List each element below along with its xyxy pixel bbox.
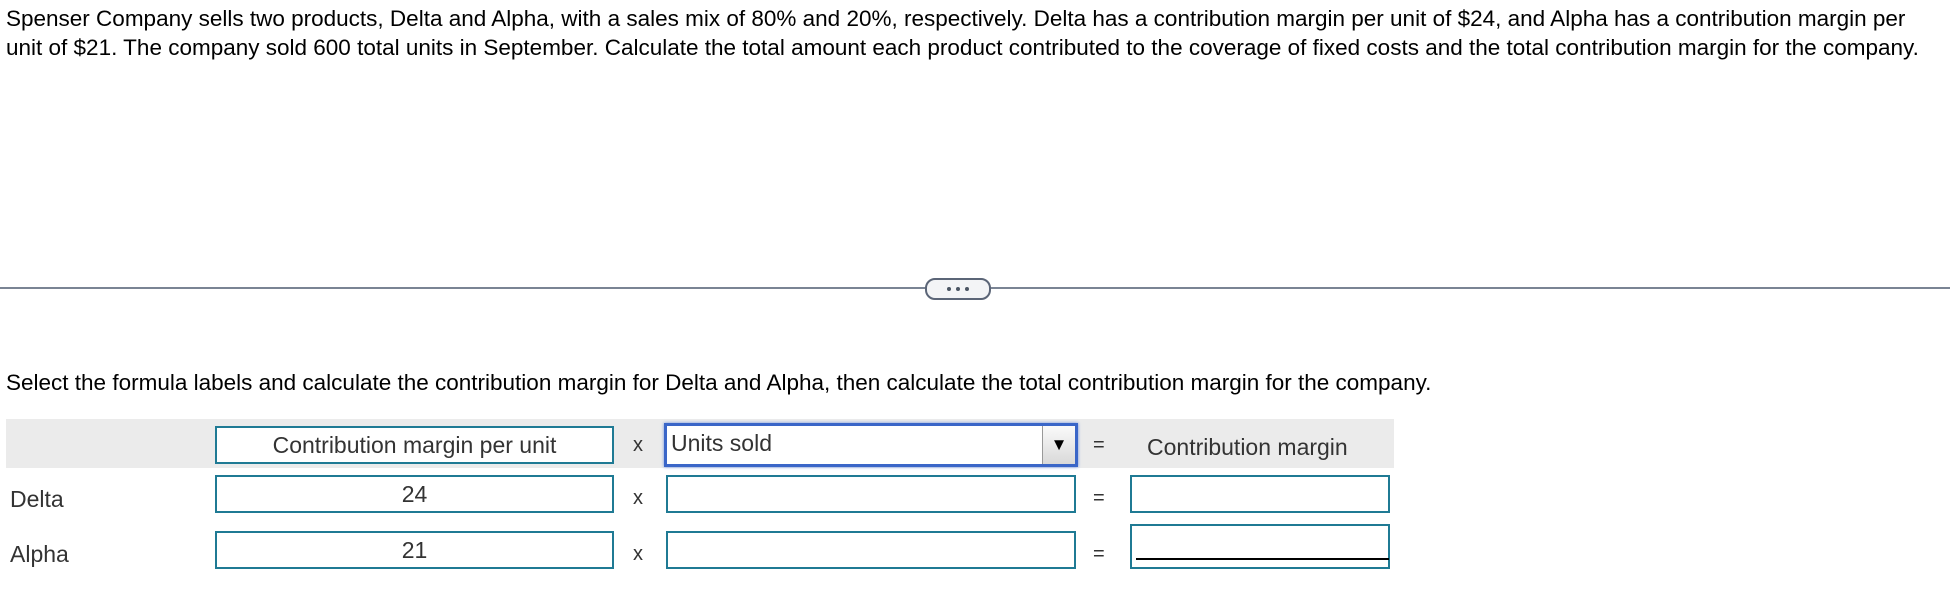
alpha-cm-per-unit-input[interactable]: 21 bbox=[215, 531, 614, 569]
equals-operator: = bbox=[1093, 487, 1105, 509]
ellipsis-icon-dot bbox=[965, 287, 969, 291]
row-label-alpha: Alpha bbox=[10, 541, 69, 567]
problem-text: Spenser Company sells two products, Delt… bbox=[6, 6, 1919, 60]
instructions-text: Select the formula labels and calculate … bbox=[6, 370, 1432, 395]
expand-button[interactable] bbox=[925, 278, 991, 300]
alpha-contribution-margin-input[interactable] bbox=[1130, 524, 1390, 569]
delta-cm-per-unit-input[interactable]: 24 bbox=[215, 475, 614, 513]
formula-label-cm-per-unit[interactable]: Contribution margin per unit bbox=[215, 426, 614, 464]
multiply-operator: x bbox=[633, 487, 643, 509]
formula-label-contribution-margin: Contribution margin bbox=[1147, 434, 1348, 460]
multiply-operator: x bbox=[633, 434, 643, 456]
delta-units-sold-input[interactable] bbox=[666, 475, 1076, 513]
ellipsis-icon bbox=[947, 287, 951, 291]
multiply-operator: x bbox=[633, 543, 643, 565]
delta-contribution-margin-input[interactable] bbox=[1130, 475, 1390, 513]
select-value: Units sold bbox=[671, 430, 772, 456]
alpha-units-sold-input[interactable] bbox=[666, 531, 1076, 569]
dropdown-arrow-icon[interactable]: ▼ bbox=[1042, 426, 1075, 464]
equals-operator: = bbox=[1093, 434, 1105, 456]
ellipsis-icon-dot bbox=[956, 287, 960, 291]
row-label-delta: Delta bbox=[10, 486, 64, 512]
equals-operator: = bbox=[1093, 543, 1105, 565]
formula-label-select-units-sold[interactable]: Units sold ▼ bbox=[664, 423, 1078, 467]
total-underline bbox=[1136, 558, 1389, 560]
